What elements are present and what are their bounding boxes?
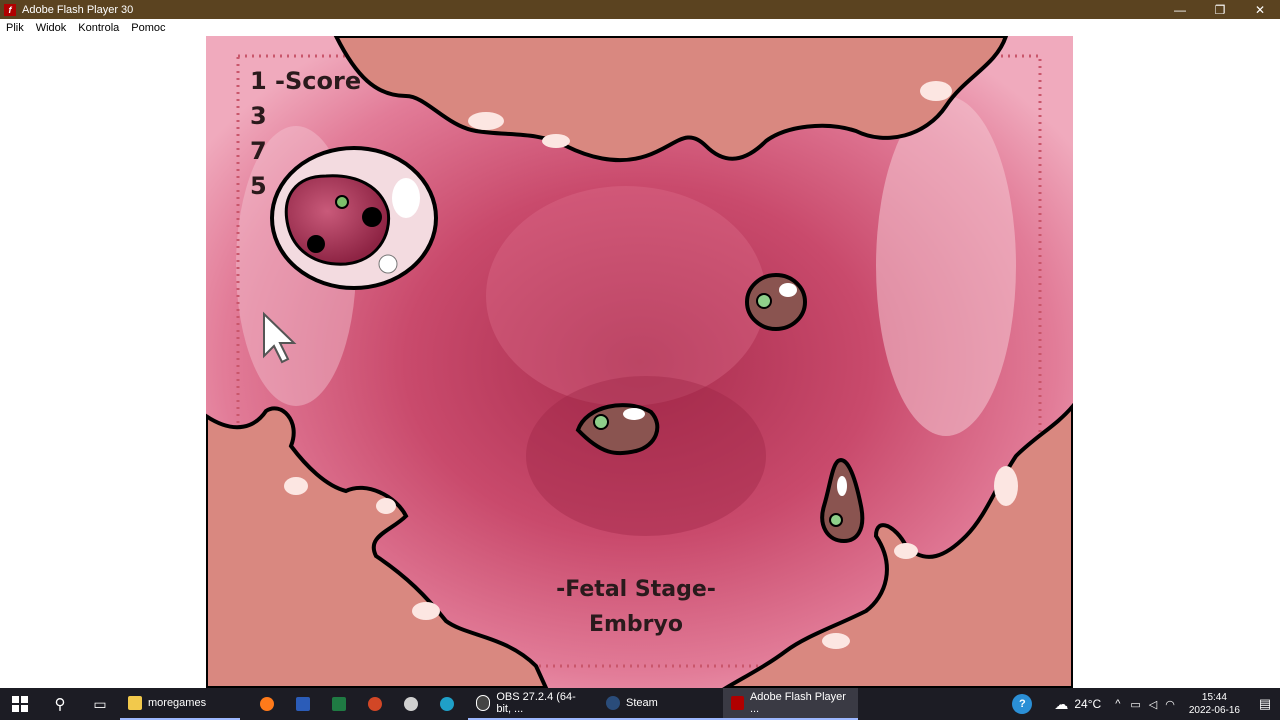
- menu-pomoc[interactable]: Pomoc: [125, 22, 171, 34]
- wall-highlight: [920, 81, 952, 101]
- search-icon: ⚲: [54, 696, 66, 713]
- word-icon: [296, 697, 310, 711]
- stage-name: Embryo: [588, 612, 683, 637]
- window-title-bar: f Adobe Flash Player 30 — ❐ ✕: [0, 0, 1280, 19]
- game-stage[interactable]: 1 -Score 3 7 5 -Fetal Stage- Embryo: [206, 36, 1073, 688]
- stat-value: 3: [250, 102, 267, 130]
- help-icon[interactable]: ?: [1012, 694, 1033, 714]
- taskbar-app-label: Steam: [626, 697, 658, 709]
- wall-highlight: [468, 112, 504, 130]
- powerpoint-icon: [368, 697, 382, 711]
- search-button[interactable]: ⚲: [40, 688, 80, 720]
- weather-icon[interactable]: ☁: [1054, 696, 1068, 713]
- flash-app-icon: f: [4, 3, 16, 16]
- battery-icon[interactable]: ▭: [1130, 698, 1140, 711]
- bg-blob: [526, 376, 766, 536]
- stage-title-block: -Fetal Stage- Embryo: [506, 572, 766, 642]
- taskbar-app-edge[interactable]: [432, 688, 468, 720]
- firefox-icon: [260, 697, 274, 711]
- task-view-button[interactable]: ▭: [80, 688, 120, 720]
- wall-highlight: [542, 134, 570, 148]
- taskbar-app-label: Adobe Flash Player ...: [749, 691, 846, 715]
- volume-icon[interactable]: ◁: [1149, 698, 1157, 711]
- enemy-cell: [745, 273, 807, 331]
- taskbar-app-word[interactable]: [288, 688, 324, 720]
- taskbar-app-label: moregames: [148, 697, 207, 709]
- taskbar-app-label: OBS 27.2.4 (64-bit, ...: [496, 691, 576, 715]
- obs-icon: [476, 695, 491, 711]
- player-eye: [307, 235, 325, 253]
- notifications-icon[interactable]: ▤: [1250, 696, 1280, 712]
- taskbar-app-flash[interactable]: Adobe Flash Player ...: [723, 688, 858, 720]
- taskbar-app-powerpoint[interactable]: [360, 688, 396, 720]
- show-hidden-icons-icon[interactable]: ^: [1115, 698, 1120, 710]
- stage-title: -Fetal Stage-: [556, 577, 716, 602]
- flash-icon: [731, 696, 744, 710]
- taskbar: ⚲ ▭ moregames OBS 27.2.4 (64-bit, ... St…: [0, 688, 1280, 720]
- score-label: 1 -Score: [250, 67, 362, 95]
- taskbar-app-obs[interactable]: OBS 27.2.4 (64-bit, ...: [468, 688, 598, 720]
- taskbar-app-steam[interactable]: Steam: [598, 688, 723, 720]
- steam-icon: [606, 696, 620, 710]
- system-tray: ? ☁ 24°C ^ ▭ ◁ ◠ 15:44 2022-06-16 ▤: [1012, 688, 1280, 720]
- menu-widok[interactable]: Widok: [30, 22, 73, 34]
- weather-temp[interactable]: 24°C: [1074, 697, 1101, 711]
- cloud-app-icon: [404, 697, 418, 711]
- taskbar-app-excel[interactable]: [324, 688, 360, 720]
- close-button[interactable]: ✕: [1240, 0, 1280, 19]
- stat-value: 5: [250, 172, 267, 200]
- restore-button[interactable]: ❐: [1200, 0, 1240, 19]
- start-button[interactable]: [0, 688, 40, 720]
- wall-highlight: [994, 466, 1018, 506]
- window-title: Adobe Flash Player 30: [22, 3, 134, 16]
- menu-kontrola[interactable]: Kontrola: [72, 22, 125, 34]
- wall-highlight: [894, 543, 918, 559]
- clock-time: 15:44: [1201, 692, 1227, 703]
- menu-plik[interactable]: Plik: [0, 22, 30, 34]
- windows-icon: [12, 696, 28, 712]
- minimize-button[interactable]: —: [1160, 0, 1200, 19]
- clock[interactable]: 15:44 2022-06-16: [1189, 691, 1240, 717]
- wall-highlight: [376, 498, 396, 514]
- taskbar-app-cloud[interactable]: [396, 688, 432, 720]
- membrane-shine: [392, 178, 420, 218]
- wall-highlight: [412, 602, 440, 620]
- network-icon[interactable]: ◠: [1165, 698, 1175, 711]
- menu-bar: Plik Widok Kontrola Pomoc: [0, 19, 1280, 36]
- bg-blob: [876, 96, 1016, 436]
- score-panel: 1 -Score 3 7 5: [250, 64, 361, 204]
- wall-highlight: [822, 633, 850, 649]
- wall-highlight: [284, 477, 308, 495]
- membrane-bubble: [378, 254, 398, 274]
- bg-blob: [486, 186, 766, 406]
- task-view-icon: ▭: [93, 695, 107, 712]
- clock-date: 2022-06-16: [1188, 705, 1240, 716]
- edge-icon: [440, 697, 454, 711]
- folder-icon: [128, 696, 142, 710]
- excel-icon: [332, 697, 346, 711]
- taskbar-app-firefox[interactable]: [252, 688, 288, 720]
- player-eye: [362, 207, 382, 227]
- stat-value: 7: [250, 137, 267, 165]
- taskbar-app-moregames[interactable]: moregames: [120, 688, 240, 720]
